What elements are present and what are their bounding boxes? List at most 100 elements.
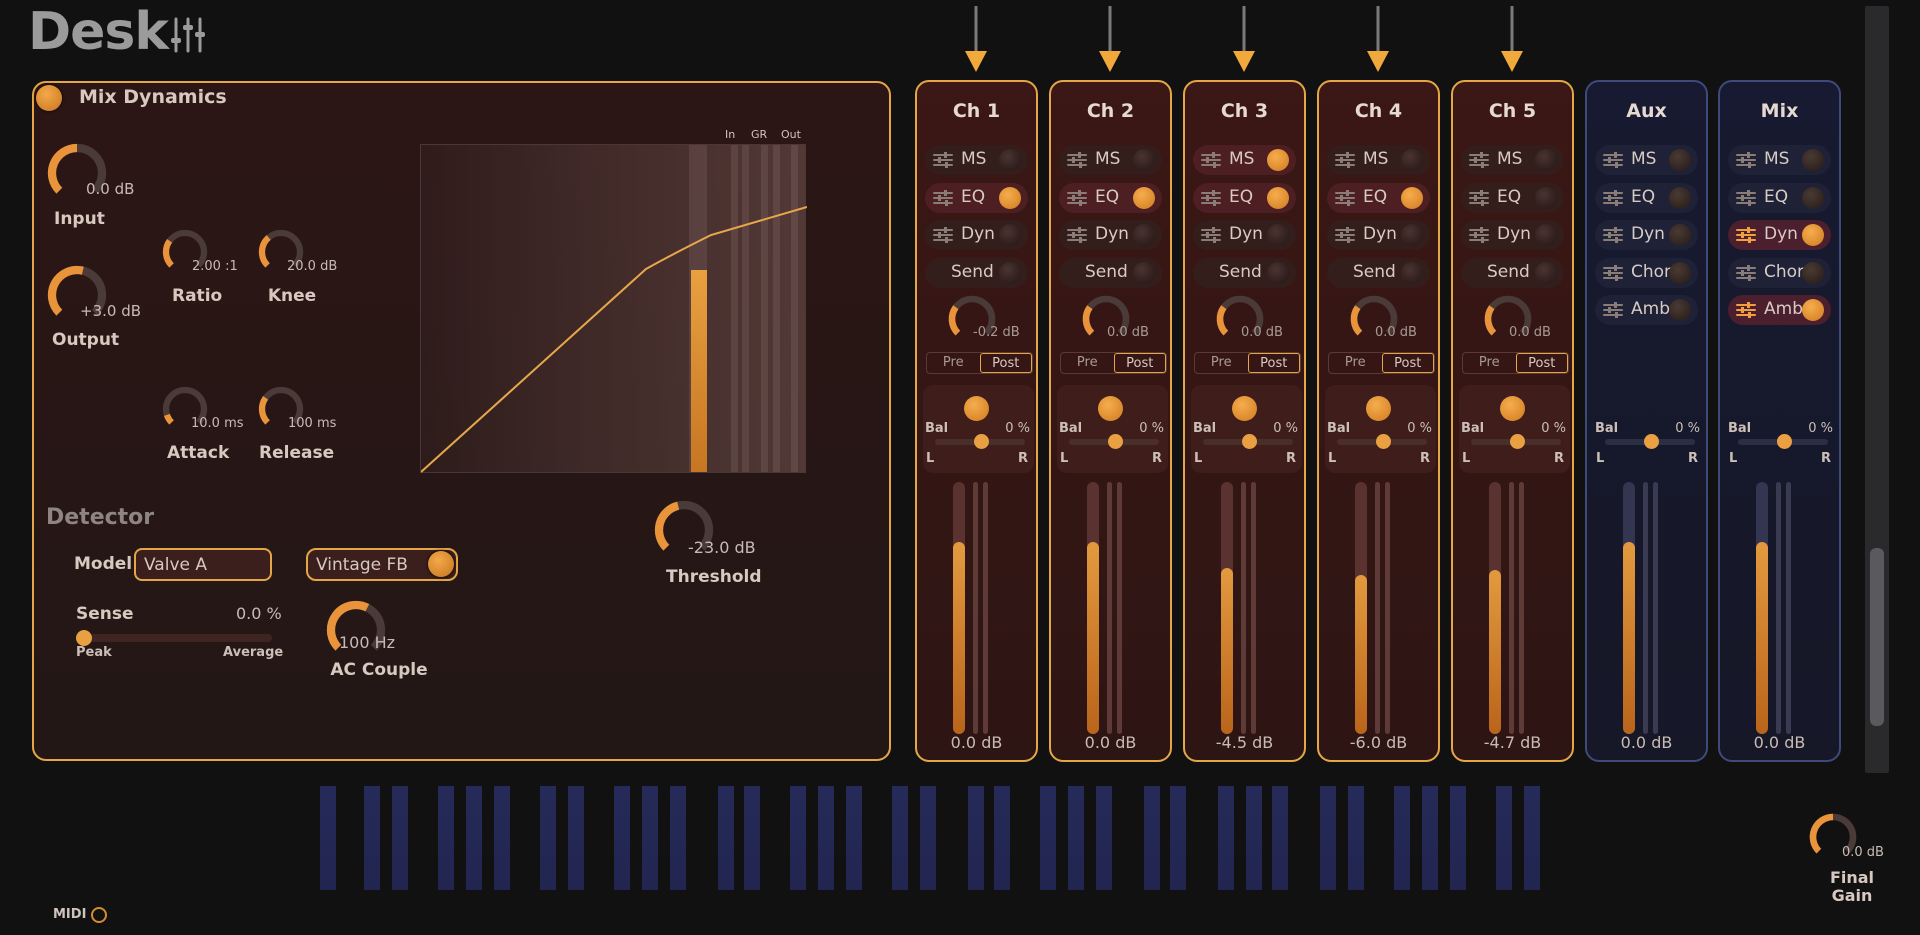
balance-slider-handle[interactable]	[974, 434, 989, 449]
pre-option[interactable]: Pre	[927, 355, 980, 370]
volume-fader[interactable]	[1221, 482, 1233, 734]
fx-slot-eq[interactable]: EQ	[925, 182, 1028, 213]
balance-slider[interactable]	[1471, 434, 1561, 449]
mixer-sliders-icon[interactable]	[170, 16, 206, 54]
fx-power-button[interactable]	[1669, 299, 1691, 321]
balance-slider-handle[interactable]	[1510, 434, 1525, 449]
fx-settings-icon[interactable]	[1736, 226, 1756, 244]
fx-slot-ms[interactable]: MS	[1059, 145, 1162, 175]
fx-power-button[interactable]	[1133, 224, 1155, 246]
fx-settings-icon[interactable]	[933, 189, 953, 207]
piano-key[interactable]	[568, 786, 584, 890]
fx-settings-icon[interactable]	[1736, 301, 1756, 319]
fx-settings-icon[interactable]	[1603, 151, 1623, 169]
fx-slot-dyn[interactable]: Dyn	[925, 220, 1028, 250]
piano-key[interactable]	[438, 786, 454, 890]
piano-key[interactable]	[494, 786, 510, 890]
pre-option[interactable]: Pre	[1463, 355, 1516, 370]
fx-settings-icon[interactable]	[1736, 264, 1756, 282]
fx-power-button[interactable]	[1802, 299, 1824, 321]
fx-slot-dyn[interactable]: Dyn	[1728, 220, 1831, 250]
vintage-fb-toggle[interactable]: Vintage FB	[306, 548, 458, 581]
pre-option[interactable]: Pre	[1061, 355, 1114, 370]
fx-settings-icon[interactable]	[1067, 151, 1087, 169]
fx-slot-ms[interactable]: MS	[925, 145, 1028, 175]
balance-slider-handle[interactable]	[1108, 434, 1123, 449]
piano-key[interactable]	[1218, 786, 1234, 890]
piano-key[interactable]	[670, 786, 686, 890]
piano-key[interactable]	[1170, 786, 1186, 890]
send-power-button[interactable]	[1401, 262, 1423, 284]
fx-slot-eq[interactable]: EQ	[1728, 182, 1831, 213]
fx-power-button[interactable]	[1802, 149, 1824, 171]
fx-settings-icon[interactable]	[1469, 189, 1489, 207]
fx-slot-dyn[interactable]: Dyn	[1059, 220, 1162, 250]
dynamics-power-button[interactable]	[36, 85, 62, 111]
fx-power-button[interactable]	[1133, 149, 1155, 171]
piano-key[interactable]	[744, 786, 760, 890]
fx-power-button[interactable]	[1401, 224, 1423, 246]
fx-power-button[interactable]	[999, 224, 1021, 246]
send-slot[interactable]: Send	[1193, 258, 1296, 288]
balance-slider[interactable]	[1738, 434, 1828, 449]
piano-key[interactable]	[818, 786, 834, 890]
piano-key[interactable]	[1348, 786, 1364, 890]
fx-slot-ms[interactable]: MS	[1595, 145, 1698, 175]
volume-fader[interactable]	[953, 482, 965, 734]
fx-power-button[interactable]	[1401, 186, 1423, 209]
pre-post-switch[interactable]: Pre Post	[1060, 352, 1167, 374]
piano-keys[interactable]	[320, 786, 1546, 890]
balance-slider[interactable]	[935, 434, 1025, 449]
fx-settings-icon[interactable]	[1603, 301, 1623, 319]
fx-settings-icon[interactable]	[1067, 189, 1087, 207]
fx-power-button[interactable]	[1535, 149, 1557, 171]
piano-key[interactable]	[846, 786, 862, 890]
piano-key[interactable]	[364, 786, 380, 890]
fx-slot-eq[interactable]: EQ	[1461, 182, 1564, 213]
balance-slider[interactable]	[1069, 434, 1159, 449]
fx-slot-chor[interactable]: Chor	[1595, 257, 1698, 288]
fx-settings-icon[interactable]	[1469, 226, 1489, 244]
compressor-graph[interactable]	[420, 144, 807, 473]
post-option[interactable]: Post	[1515, 353, 1568, 373]
send-slot[interactable]: Send	[1059, 258, 1162, 288]
send-power-button[interactable]	[999, 262, 1021, 284]
fx-power-button[interactable]	[1802, 186, 1824, 209]
send-slot[interactable]: Send	[1327, 258, 1430, 288]
fx-slot-chor[interactable]: Chor	[1728, 257, 1831, 288]
fx-power-button[interactable]	[1401, 149, 1423, 171]
pre-post-switch[interactable]: Pre Post	[1462, 352, 1569, 374]
fx-settings-icon[interactable]	[1603, 189, 1623, 207]
piano-key[interactable]	[790, 786, 806, 890]
balance-slider[interactable]	[1337, 434, 1427, 449]
pre-option[interactable]: Pre	[1329, 355, 1382, 370]
post-option[interactable]: Post	[1381, 353, 1434, 373]
piano-key[interactable]	[1450, 786, 1466, 890]
balance-slider-handle[interactable]	[1644, 434, 1659, 449]
model-select[interactable]: Valve A	[134, 548, 272, 581]
fx-slot-dyn[interactable]: Dyn	[1595, 220, 1698, 250]
fx-settings-icon[interactable]	[1201, 226, 1221, 244]
send-slot[interactable]: Send	[1461, 258, 1564, 288]
piano-key[interactable]	[718, 786, 734, 890]
fx-settings-icon[interactable]	[1736, 189, 1756, 207]
pre-post-switch[interactable]: Pre Post	[926, 352, 1033, 374]
volume-fader[interactable]	[1756, 482, 1768, 734]
volume-fader[interactable]	[1489, 482, 1501, 734]
fx-slot-ms[interactable]: MS	[1193, 145, 1296, 175]
volume-fader[interactable]	[1355, 482, 1367, 734]
balance-slider-handle[interactable]	[1376, 434, 1391, 449]
post-option[interactable]: Post	[1247, 353, 1300, 373]
volume-fader[interactable]	[1087, 482, 1099, 734]
fx-slot-eq[interactable]: EQ	[1193, 182, 1296, 213]
piano-key[interactable]	[1320, 786, 1336, 890]
send-power-button[interactable]	[1133, 262, 1155, 284]
piano-key[interactable]	[1068, 786, 1084, 890]
piano-key[interactable]	[1496, 786, 1512, 890]
pan-knob[interactable]	[964, 396, 989, 421]
pre-post-switch[interactable]: Pre Post	[1328, 352, 1435, 374]
fx-settings-icon[interactable]	[1201, 189, 1221, 207]
fx-slot-dyn[interactable]: Dyn	[1327, 220, 1430, 250]
balance-slider-handle[interactable]	[1777, 434, 1792, 449]
fx-settings-icon[interactable]	[1469, 151, 1489, 169]
